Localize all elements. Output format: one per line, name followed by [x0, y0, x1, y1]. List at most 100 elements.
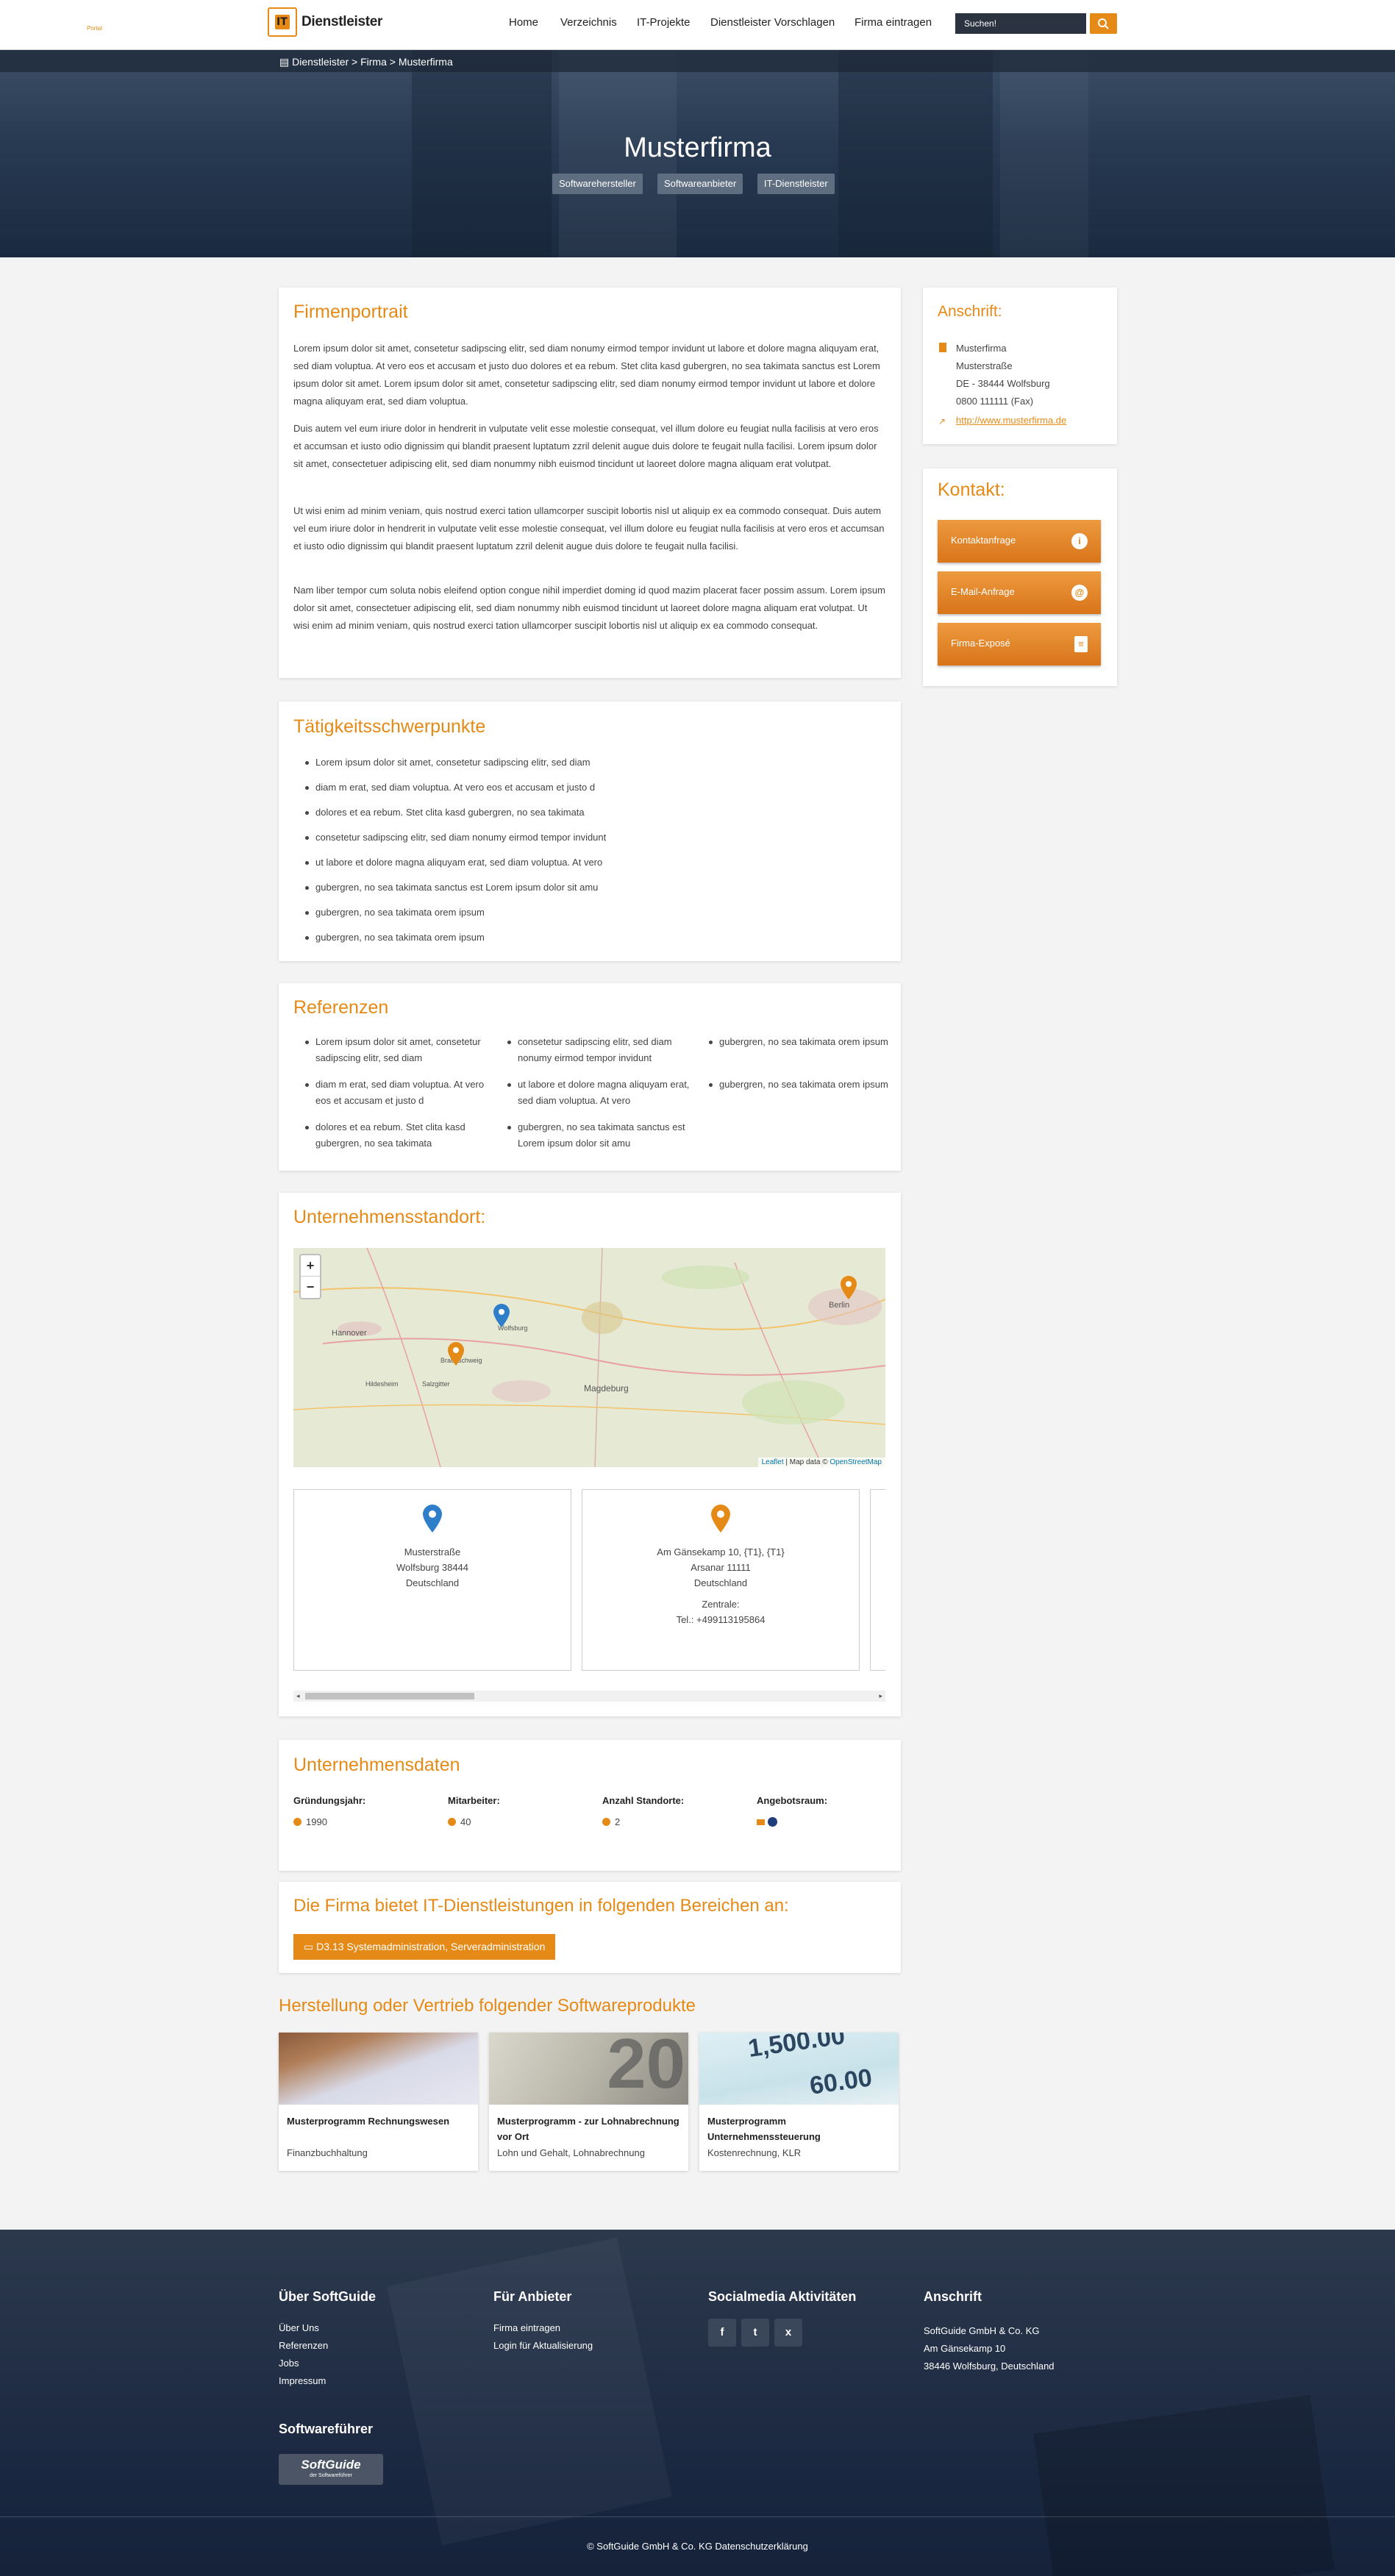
- list-item: Lorem ipsum dolor sit amet, consetetur s…: [305, 754, 886, 771]
- portrait-paragraph: Lorem ipsum dolor sit amet, consetetur s…: [293, 343, 880, 407]
- map-marker-blue-icon[interactable]: [493, 1304, 510, 1327]
- list-item: consetetur sadipscing elitr, sed diam no…: [305, 829, 886, 846]
- kontaktanfrage-button[interactable]: Kontaktanfrage i: [938, 520, 1101, 563]
- list-item: gubergren, no sea takimata sanctus est L…: [507, 1119, 695, 1152]
- scrollbar-thumb[interactable]: [305, 1693, 474, 1699]
- leaflet-link[interactable]: Leaflet: [762, 1458, 784, 1466]
- gruendungsjahr-value: 1990: [293, 1816, 327, 1827]
- map-label: Berlin: [829, 1301, 850, 1310]
- footer-link[interactable]: Impressum: [279, 2375, 326, 2386]
- list-item: diam m erat, sed diam voluptua. At vero …: [305, 1077, 493, 1109]
- location-card[interactable]: Am Gänsekamp 10, {T1}, {T1} Arsanar 11111…: [582, 1489, 860, 1671]
- openstreetmap-link[interactable]: OpenStreetMap: [829, 1458, 882, 1466]
- map-marker-orange-icon[interactable]: [841, 1276, 857, 1299]
- tag-it-dienstleister[interactable]: IT-Dienstleister: [757, 174, 835, 194]
- mitarbeiter-value: 40: [448, 1816, 471, 1827]
- product-title: Musterprogramm Rechnungswesen: [287, 2116, 450, 2127]
- map-marker-blue-icon: [423, 1505, 442, 1533]
- zoom-out-button[interactable]: −: [301, 1277, 320, 1298]
- standorte-value: 2: [602, 1816, 620, 1827]
- tag-softwareanbieter[interactable]: Softwareanbieter: [657, 174, 743, 194]
- at-icon: @: [1071, 585, 1088, 601]
- email-anfrage-button[interactable]: E-Mail-Anfrage @: [938, 571, 1101, 614]
- footer: [0, 2230, 1395, 2576]
- footer-address-title: Anschrift: [924, 2289, 982, 2304]
- logo-subtext: Portal: [87, 25, 102, 32]
- portrait-paragraph: Duis autem vel eum iriure dolor in hendr…: [293, 423, 879, 469]
- nav-it-projekte[interactable]: IT-Projekte: [637, 16, 691, 29]
- footer-link[interactable]: Referenzen: [279, 2340, 328, 2351]
- map-attribution: Leaflet | Map data © OpenStreetMap: [757, 1458, 885, 1467]
- twitter-icon[interactable]: t: [741, 2319, 769, 2347]
- location-card[interactable]: Musterstraße Wolfsburg 38444 Deutschland: [293, 1489, 571, 1671]
- map-label: Magdeburg: [584, 1383, 629, 1394]
- location-map[interactable]: + − Hannover Wolfsburg Braunschweig Magd…: [293, 1248, 885, 1467]
- list-item: gubergren, no sea takimata sanctus est L…: [305, 880, 886, 896]
- external-link-icon: ↗: [938, 416, 946, 427]
- footer-link[interactable]: Jobs: [279, 2358, 299, 2369]
- info-icon: i: [1071, 533, 1088, 549]
- list-item: ut labore et dolore magna aliquyam erat,…: [507, 1077, 695, 1109]
- footer-link[interactable]: Login für Aktualisierung: [493, 2340, 593, 2351]
- scroll-left-icon[interactable]: ◂: [296, 1692, 300, 1700]
- clock-icon: [293, 1818, 302, 1826]
- map-label: Hannover: [332, 1329, 367, 1338]
- zoom-in-button[interactable]: +: [301, 1255, 320, 1277]
- tag-softwarehersteller[interactable]: Softwarehersteller: [552, 174, 643, 194]
- footer-link[interactable]: Über Uns: [279, 2322, 319, 2333]
- nav-dienstleister-vorschlagen[interactable]: Dienstleister Vorschlagen: [710, 16, 835, 29]
- product-card[interactable]: Musterprogramm Rechnungswesen Finanzbuch…: [279, 2033, 478, 2171]
- list-item: dolores et ea rebum. Stet clita kasd gub…: [305, 1119, 493, 1152]
- field-label: Anzahl Standorte:: [602, 1795, 685, 1806]
- footer-guide-title: Softwareführer: [279, 2422, 374, 2436]
- bereich-button[interactable]: ▭ D3.13 Systemadministration, Serveradmi…: [293, 1934, 556, 1960]
- taetigkeit-title: Tätigkeitsschwerpunkte: [293, 716, 486, 737]
- map-label: Salzgitter: [422, 1380, 450, 1388]
- map-marker-orange-icon[interactable]: [448, 1342, 464, 1366]
- folder-icon: ▭: [304, 1941, 317, 1952]
- search-button[interactable]: [1090, 13, 1117, 34]
- referenzen-title: Referenzen: [293, 997, 389, 1018]
- site-logo[interactable]: Dienstleister: [268, 4, 382, 40]
- copyright[interactable]: © SoftGuide GmbH & Co. KG Datenschutzerk…: [0, 2541, 1395, 2552]
- product-image: 1,500.00 60.00: [699, 2033, 899, 2105]
- horizontal-scrollbar[interactable]: ◂ ▸: [293, 1691, 885, 1702]
- nav-firma-eintragen[interactable]: Firma eintragen: [855, 16, 932, 29]
- list-item: gubergren, no sea takimata orem ipsum: [709, 1034, 896, 1050]
- scroll-right-icon[interactable]: ▸: [879, 1692, 882, 1700]
- facebook-icon[interactable]: f: [708, 2319, 736, 2347]
- product-card[interactable]: 20 Musterprogramm - zur Lohnabrechnung v…: [489, 2033, 688, 2171]
- footer-link[interactable]: Firma eintragen: [493, 2322, 560, 2333]
- nav-home[interactable]: Home: [509, 16, 538, 29]
- users-icon: [448, 1818, 456, 1826]
- top-navbar: Dienstleister Portal Home Verzeichnis IT…: [0, 0, 1395, 50]
- angebotsraum-value: [757, 1816, 777, 1827]
- map-marker-orange-icon: [711, 1505, 730, 1533]
- product-title: Musterprogramm Unternehmenssteuerung: [707, 2116, 821, 2142]
- search-input[interactable]: Suchen!: [955, 13, 1086, 34]
- product-card[interactable]: 1,500.00 60.00 Musterprogramm Unternehme…: [699, 2033, 899, 2171]
- building-icon: ▤: [279, 56, 293, 68]
- standort-title: Unternehmensstandort:: [293, 1207, 486, 1227]
- website-link[interactable]: http://www.musterfirma.de: [956, 415, 1066, 426]
- produkte-title: Herstellung oder Vertrieb folgender Soft…: [279, 1996, 696, 2016]
- search-icon: [1098, 18, 1109, 29]
- firma-expose-button[interactable]: Firma-Exposé ≡: [938, 623, 1101, 666]
- nav-verzeichnis[interactable]: Verzeichnis: [560, 16, 617, 29]
- unternehmensdaten-title: Unternehmensdaten: [293, 1755, 460, 1775]
- portrait-paragraph: Ut wisi enim ad minim veniam, quis nostr…: [293, 505, 885, 552]
- location-icon: [602, 1818, 610, 1826]
- product-image: 20: [489, 2033, 688, 2105]
- field-label: Mitarbeiter:: [448, 1795, 500, 1806]
- kontakt-title: Kontakt:: [938, 479, 1005, 500]
- xing-icon[interactable]: x: [774, 2319, 802, 2347]
- field-label: Angebotsraum:: [757, 1795, 828, 1806]
- softguide-logo[interactable]: SoftGuide der Softwareführer: [279, 2454, 383, 2485]
- footer-address: SoftGuide GmbH & Co. KG Am Gänsekamp 10 38…: [924, 2325, 1055, 2372]
- page-title: Musterfirma: [624, 132, 771, 163]
- breadcrumb[interactable]: ▤ Dienstleister > Firma > Musterfirma: [279, 56, 453, 68]
- logo-chip-icon: [268, 7, 297, 37]
- product-title: Musterprogramm - zur Lohnabrechnung vor …: [497, 2116, 679, 2142]
- breadcrumb-bar: ▤ Dienstleister > Firma > Musterfirma: [0, 50, 1395, 72]
- anschrift-address: Musterfirma Musterstraße DE - 38444 Wolfsb…: [956, 343, 1050, 407]
